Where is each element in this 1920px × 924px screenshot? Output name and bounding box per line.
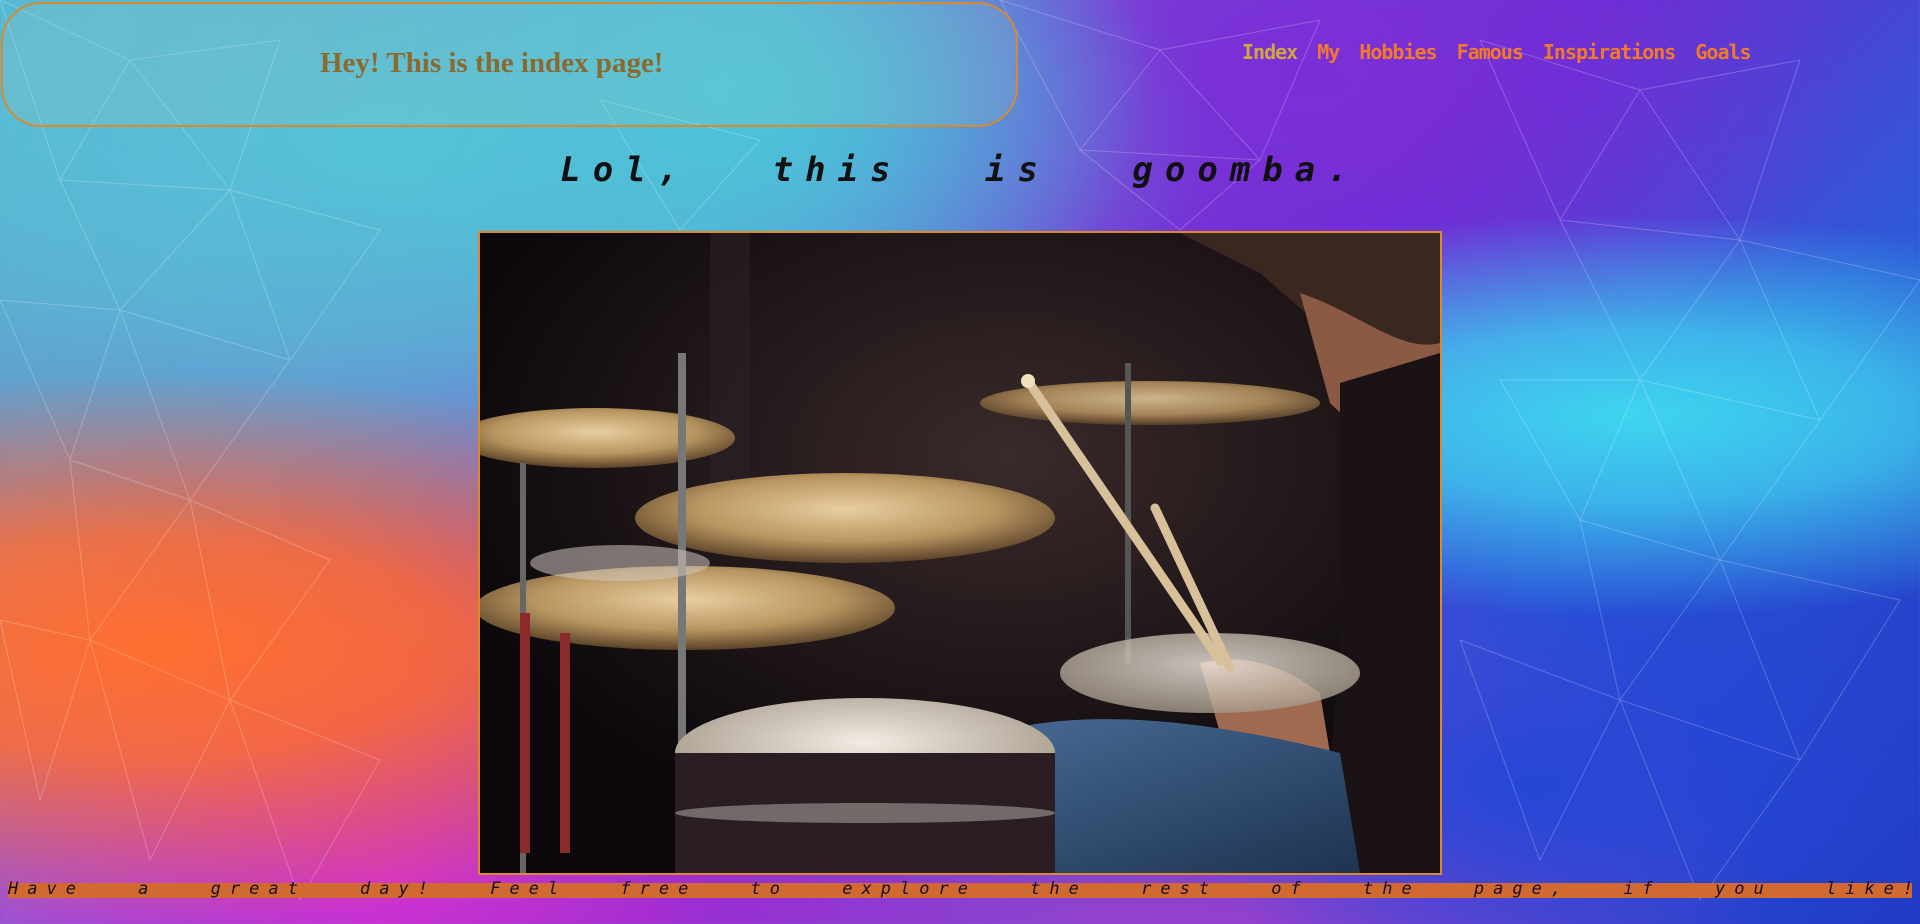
drummer-photo	[478, 231, 1442, 875]
drummer-illustration	[480, 233, 1440, 873]
nav-link-inspirations[interactable]: Inspirations	[1543, 40, 1676, 64]
nav-link-my[interactable]: My	[1317, 40, 1340, 64]
nav-link-hobbies[interactable]: Hobbies	[1359, 40, 1437, 64]
footer-message: Have a great day! Feel free to explore t…	[8, 879, 1920, 899]
nav-link-goals[interactable]: Goals	[1695, 40, 1751, 64]
nav-link-famous[interactable]: Famous	[1457, 40, 1524, 64]
page-title: Hey! This is the index page!	[320, 47, 664, 79]
main-nav: Index My Hobbies Famous Inspirations Goa…	[1242, 40, 1771, 64]
tagline: Lol, this is goomba.	[560, 150, 1360, 190]
nav-link-index[interactable]: Index	[1242, 40, 1298, 64]
